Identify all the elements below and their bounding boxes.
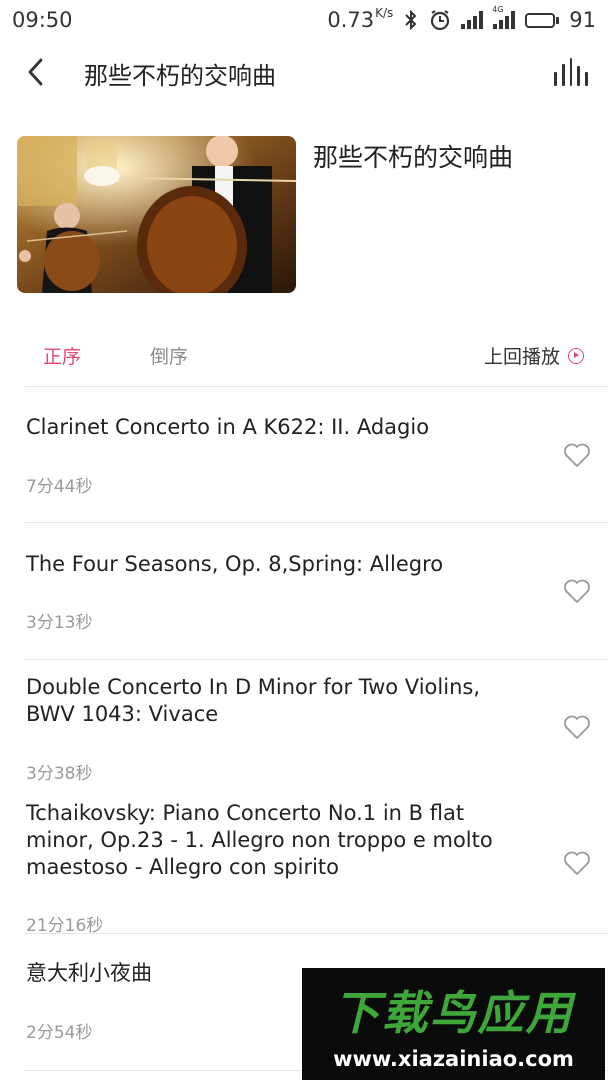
page-title: 那些不朽的交响曲 (84, 62, 276, 90)
track-item[interactable]: Tchaikovsky: Piano Concerto No.1 in B fl… (0, 796, 608, 936)
track-item[interactable]: Clarinet Concerto in A K622: II. Adagio … (0, 387, 608, 522)
track-title: Double Concerto In D Minor for Two Violi… (26, 675, 480, 726)
back-button[interactable] (22, 56, 52, 88)
track-duration: 3分38秒 (26, 764, 93, 784)
resume-last-played-button[interactable]: 上回播放 (484, 342, 584, 369)
watermark-url: www.xiazainiao.com (333, 1047, 574, 1071)
network-speed-value: 0.73 (327, 8, 375, 32)
heart-icon[interactable] (563, 442, 591, 468)
track-title: The Four Seasons, Op. 8,Spring: Allegro (26, 552, 444, 576)
album-cover-image (17, 136, 296, 293)
track-title: Tchaikovsky: Piano Concerto No.1 in B fl… (26, 801, 493, 879)
heart-icon[interactable] (563, 578, 591, 604)
status-icons: 0.73 K/s 4G 91 (327, 5, 596, 32)
status-bar: 09:50 0.73 K/s 4G 91 (0, 0, 608, 40)
chevron-left-icon (28, 58, 43, 86)
header: 那些不朽的交响曲 (0, 40, 608, 104)
track-item[interactable]: Double Concerto In D Minor for Two Violi… (0, 660, 608, 796)
track-duration: 2分54秒 (26, 1023, 93, 1043)
sort-ascending-tab[interactable]: 正序 (43, 342, 81, 369)
heart-icon[interactable] (563, 850, 591, 876)
heart-icon[interactable] (563, 714, 591, 740)
sort-descending-tab[interactable]: 倒序 (150, 342, 188, 369)
play-circle-icon (568, 347, 584, 364)
network-speed-unit: K/s (375, 6, 394, 20)
now-playing-button[interactable] (554, 58, 588, 86)
track-item[interactable]: The Four Seasons, Op. 8,Spring: Allegro … (0, 523, 608, 659)
resume-label: 上回播放 (483, 346, 560, 368)
watermark-logo: 下载鸟应用 (333, 986, 574, 1040)
network-type-label: 4G (492, 5, 504, 14)
bluetooth-icon (405, 10, 417, 30)
signal-4g-icon: 4G (492, 5, 516, 29)
alarm-icon (431, 10, 450, 31)
network-speed: 0.73 K/s (327, 6, 394, 32)
status-time: 09:50 (12, 8, 73, 32)
track-title: Clarinet Concerto in A K622: II. Adagio (26, 415, 430, 439)
battery-icon: 91 (525, 8, 596, 32)
sort-bar: 正序 倒序 上回播放 (0, 330, 608, 386)
track-duration: 7分44秒 (26, 477, 93, 497)
watermark: 下载鸟应用 www.xiazainiao.com (302, 968, 605, 1080)
album-cover[interactable] (17, 136, 296, 293)
equalizer-icon (554, 72, 557, 86)
signal-icon (461, 11, 484, 29)
battery-level: 91 (569, 8, 596, 32)
album-title: 那些不朽的交响曲 (313, 143, 514, 172)
track-duration: 3分13秒 (26, 613, 93, 633)
